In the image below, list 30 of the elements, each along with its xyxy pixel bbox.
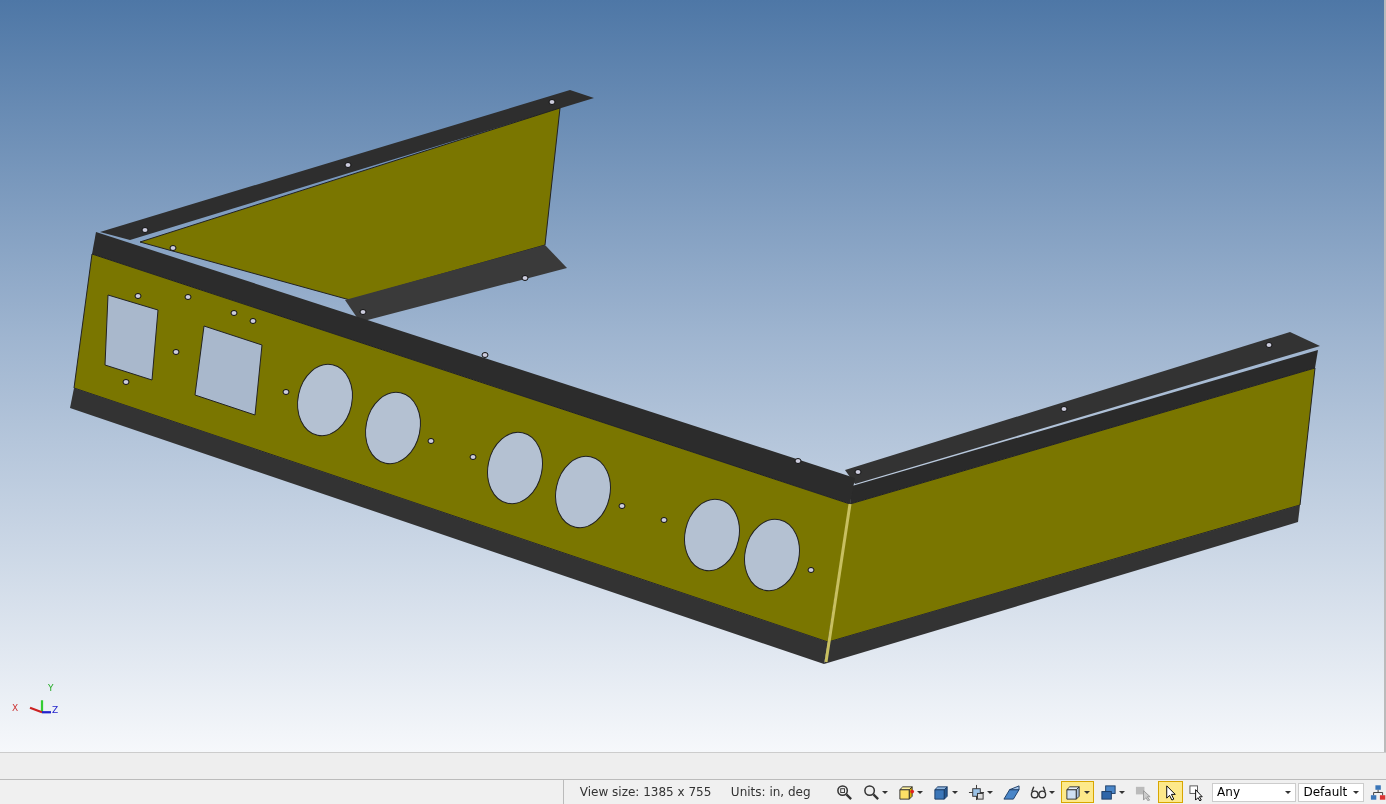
hierarchy-icon[interactable] <box>1369 783 1386 801</box>
cube-outline-icon <box>1065 783 1083 801</box>
caret-icon <box>952 790 959 794</box>
caret-icon <box>1049 790 1056 794</box>
view-size-text: View size: 1385 x 755 <box>579 785 713 799</box>
wedge-icon <box>1003 783 1021 801</box>
units-text: Units: in, deg <box>730 785 812 799</box>
filter-value: Any <box>1217 785 1240 799</box>
filter-dropdown[interactable]: Any <box>1212 782 1297 802</box>
3d-viewport[interactable]: Y X Z <box>0 0 1386 752</box>
style-dropdown[interactable]: Default <box>1298 782 1364 802</box>
caret-icon <box>1285 790 1292 794</box>
toolbar-button[interactable] <box>1158 781 1184 803</box>
layers-icon <box>968 783 986 801</box>
y-axis-label: Y <box>48 684 54 693</box>
caret-icon <box>917 790 924 794</box>
zoom-icon <box>863 783 881 801</box>
style-value: Default <box>1303 785 1348 799</box>
caret-icon <box>1119 790 1126 794</box>
box-icon <box>898 783 916 801</box>
caret-icon <box>882 790 889 794</box>
toolbar-button[interactable] <box>1061 781 1095 803</box>
stacked-cubes-icon <box>1100 783 1118 801</box>
magnifier-icon <box>836 783 854 801</box>
x-axis-label: X <box>12 704 19 713</box>
z-axis-label: Z <box>52 706 59 715</box>
caret-icon <box>987 790 994 794</box>
cube-icon <box>933 783 951 801</box>
caret-icon <box>1084 790 1091 794</box>
caret-icon <box>1352 790 1359 794</box>
